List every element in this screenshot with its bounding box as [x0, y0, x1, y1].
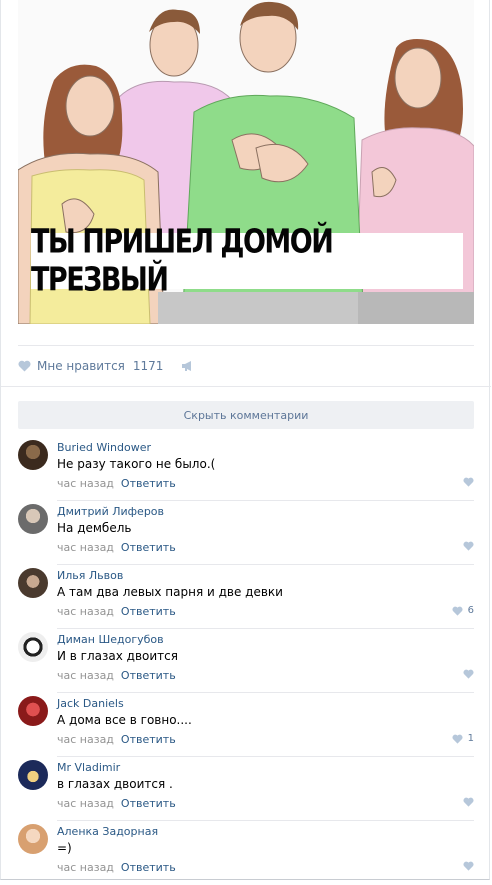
comment-like-count: 6 [467, 605, 474, 616]
comment-item: Аленка Задорная =) час назад Ответить [18, 821, 474, 885]
comment-time[interactable]: час назад [57, 541, 114, 554]
heart-icon[interactable] [452, 734, 463, 744]
reply-button[interactable]: Ответить [121, 605, 176, 618]
comment-meta: час назад Ответить [57, 669, 176, 682]
avatar[interactable] [18, 504, 48, 534]
comment-text: И в глазах двоится [57, 649, 178, 663]
comment-text: На дембель [57, 521, 132, 535]
avatar[interactable] [18, 824, 48, 854]
heart-icon[interactable] [18, 360, 31, 372]
comment-like-button[interactable]: 1 [452, 733, 474, 744]
reply-button[interactable]: Ответить [121, 477, 176, 490]
comment-meta: час назад Ответить [57, 861, 176, 874]
reply-button[interactable]: Ответить [121, 797, 176, 810]
comment-like-button[interactable] [463, 669, 474, 679]
heart-icon[interactable] [452, 606, 463, 616]
comment-time[interactable]: час назад [57, 669, 114, 682]
comment-like-button[interactable] [463, 861, 474, 871]
comment-author[interactable]: Диман Шедогубов [57, 633, 164, 646]
comment-like-button[interactable] [463, 477, 474, 487]
comment-item: Jack Daniels А дома все в говно.... час … [18, 693, 474, 757]
comment-like-button[interactable] [463, 541, 474, 551]
comment-text: Не разу такого не было.( [57, 457, 216, 471]
comment-item: Mr Vladimir в глазах двоится . час назад… [18, 757, 474, 821]
like-bar[interactable]: Мне нравится 1171 [18, 358, 194, 374]
separator [1, 386, 491, 387]
avatar[interactable] [18, 696, 48, 726]
avatar[interactable] [18, 760, 48, 790]
comment-item: Дмитрий Лиферов На дембель час назад Отве… [18, 501, 474, 565]
comment-like-count: 1 [467, 733, 474, 744]
divider [18, 345, 474, 346]
reply-button[interactable]: Ответить [121, 669, 176, 682]
meme-caption: ТЫ ПРИШЕЛ ДОМОЙ ТРЕЗВЫЙ [31, 223, 463, 299]
like-count[interactable]: 1171 [133, 359, 164, 373]
comment-author[interactable]: Дмитрий Лиферов [57, 505, 164, 518]
heart-icon[interactable] [463, 797, 474, 807]
wall-post: ТЫ ПРИШЕЛ ДОМОЙ ТРЕЗВЫЙ Мне нравится 117… [0, 0, 491, 880]
comment-text: А там два левых парня и две девки [57, 585, 283, 599]
comment-author[interactable]: Buried Windower [57, 441, 151, 454]
comment-item: Илья Львов А там два левых парня и две д… [18, 565, 474, 629]
comment-text: в глазах двоится . [57, 777, 173, 791]
hide-comments-button[interactable]: Скрыть комментарии [18, 401, 474, 429]
comment-author[interactable]: Аленка Задорная [57, 825, 158, 838]
heart-icon[interactable] [463, 861, 474, 871]
meme-caption-text: ТЫ ПРИШЕЛ ДОМОЙ ТРЕЗВЫЙ [31, 223, 334, 299]
comment-author[interactable]: Илья Львов [57, 569, 123, 582]
avatar[interactable] [18, 568, 48, 598]
comment-author[interactable]: Mr Vladimir [57, 761, 120, 774]
comment-item: Диман Шедогубов И в глазах двоится час н… [18, 629, 474, 693]
comment-meta: час назад Ответить [57, 541, 176, 554]
heart-icon[interactable] [463, 477, 474, 487]
heart-icon[interactable] [463, 541, 474, 551]
like-label[interactable]: Мне нравится [37, 359, 125, 373]
meme-image[interactable]: ТЫ ПРИШЕЛ ДОМОЙ ТРЕЗВЫЙ [18, 0, 474, 324]
comment-like-button[interactable] [463, 797, 474, 807]
avatar[interactable] [18, 632, 48, 662]
comment-like-button[interactable]: 6 [452, 605, 474, 616]
comment-item: Buried Windower Не разу такого не было.(… [18, 437, 474, 501]
comment-meta: час назад Ответить [57, 733, 176, 746]
heart-icon[interactable] [463, 669, 474, 679]
avatar[interactable] [18, 440, 48, 470]
comment-meta: час назад Ответить [57, 605, 176, 618]
comment-meta: час назад Ответить [57, 797, 176, 810]
share-megaphone-icon[interactable] [181, 360, 194, 372]
comment-author[interactable]: Jack Daniels [57, 697, 124, 710]
comment-meta: час назад Ответить [57, 477, 176, 490]
comment-time[interactable]: час назад [57, 861, 114, 874]
comment-time[interactable]: час назад [57, 733, 114, 746]
comment-time[interactable]: час назад [57, 477, 114, 490]
reply-button[interactable]: Ответить [121, 861, 176, 874]
reply-button[interactable]: Ответить [121, 541, 176, 554]
comment-text: А дома все в говно.... [57, 713, 192, 727]
reply-button[interactable]: Ответить [121, 733, 176, 746]
comment-time[interactable]: час назад [57, 797, 114, 810]
comment-text: =) [57, 841, 72, 855]
comment-time[interactable]: час назад [57, 605, 114, 618]
